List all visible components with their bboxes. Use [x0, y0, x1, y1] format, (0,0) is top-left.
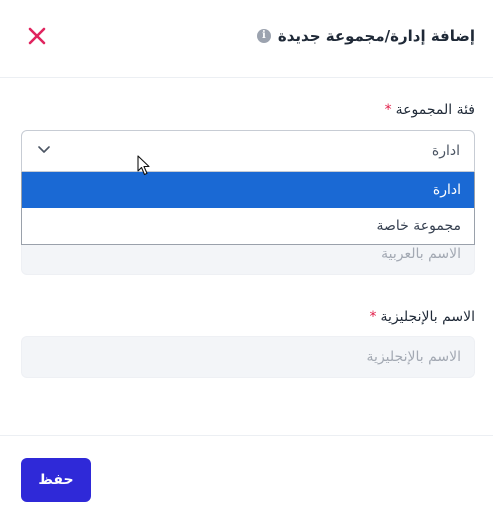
dropdown-option[interactable]: ادارة	[22, 172, 474, 208]
dialog-title: إضافة إدارة/مجموعة جديدة	[277, 27, 475, 45]
footer-divider	[0, 435, 493, 436]
dialog-title-wrap: إضافة إدارة/مجموعة جديدة i	[256, 27, 475, 45]
save-button[interactable]: حفظ	[21, 458, 91, 502]
chevron-down-icon	[38, 146, 50, 153]
dropdown-option[interactable]: مجموعة خاصة	[22, 208, 474, 244]
group-category-label: فئة المجموعة*	[385, 102, 475, 118]
group-category-dropdown: ادارة مجموعة خاصة	[21, 172, 475, 245]
group-category-value: ادارة	[431, 143, 460, 159]
add-group-dialog: إضافة إدارة/مجموعة جديدة i فئة المجموعة*…	[0, 0, 493, 523]
dialog-header: إضافة إدارة/مجموعة جديدة i	[0, 0, 493, 78]
group-category-label-text: فئة المجموعة	[395, 102, 475, 118]
name-english-label-text: الاسم بالإنجليزية	[380, 309, 475, 325]
required-mark: *	[384, 102, 392, 118]
name-english-input[interactable]	[21, 336, 475, 378]
info-icon[interactable]: i	[256, 29, 271, 43]
mouse-cursor-icon	[137, 155, 150, 176]
name-english-label: الاسم بالإنجليزية*	[370, 309, 475, 325]
required-mark: *	[369, 309, 377, 325]
group-category-select[interactable]: ادارة	[21, 130, 475, 172]
close-icon[interactable]	[26, 25, 48, 47]
